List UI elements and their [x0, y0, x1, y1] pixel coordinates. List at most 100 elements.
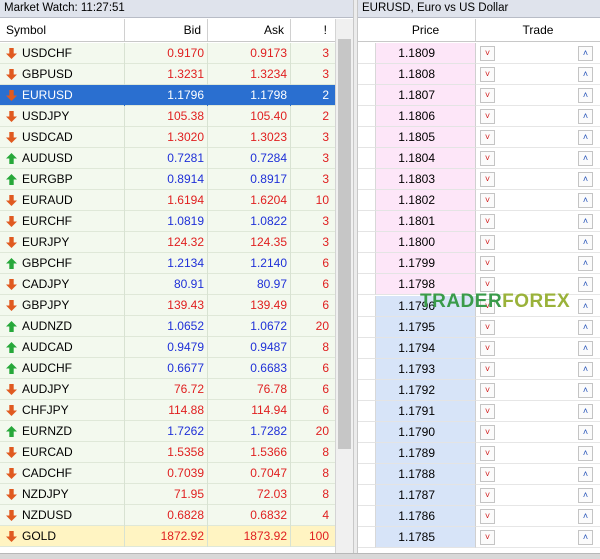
chevron-up-icon[interactable]: ˄ — [578, 193, 593, 208]
bottom-scrollbar[interactable] — [0, 553, 600, 559]
market-watch-row[interactable]: EURGBP 0.8914 0.8917 3 — [0, 169, 335, 190]
chevron-down-icon[interactable]: ˅ — [480, 383, 495, 398]
chevron-down-icon[interactable]: ˅ — [480, 404, 495, 419]
chevron-up-icon[interactable]: ˄ — [578, 130, 593, 145]
market-watch-row[interactable]: CADJPY 80.91 80.97 6 — [0, 274, 335, 295]
arrow-down-icon — [6, 237, 17, 248]
market-watch-row[interactable]: CADCHF 0.7039 0.7047 8 — [0, 463, 335, 484]
arrow-up-icon — [6, 321, 17, 332]
chevron-up-icon[interactable]: ˄ — [578, 362, 593, 377]
market-watch-row[interactable]: NZDUSD 0.6828 0.6832 4 — [0, 505, 335, 526]
bid-cell: 1.1796 — [125, 85, 208, 106]
chevron-down-icon[interactable]: ˅ — [480, 362, 495, 377]
chevron-down-icon[interactable]: ˅ — [480, 172, 495, 187]
market-watch-row[interactable]: GBPCHF 1.2134 1.2140 6 — [0, 253, 335, 274]
chevron-down-icon[interactable]: ˅ — [480, 320, 495, 335]
spread-column-header[interactable]: ! — [291, 19, 335, 41]
arrow-up-icon — [6, 426, 17, 437]
market-watch-scrollbar[interactable] — [335, 19, 353, 553]
chevron-down-icon[interactable]: ˅ — [480, 256, 495, 271]
chevron-up-icon[interactable]: ˄ — [578, 488, 593, 503]
chevron-up-icon[interactable]: ˄ — [578, 256, 593, 271]
chevron-down-icon[interactable]: ˅ — [480, 277, 495, 292]
market-watch-header: Symbol Bid Ask ! — [0, 19, 335, 42]
chevron-up-icon[interactable]: ˄ — [578, 404, 593, 419]
chevron-up-icon[interactable]: ˄ — [578, 214, 593, 229]
spread-cell: 6 — [322, 361, 329, 375]
market-watch-row[interactable]: AUDUSD 0.7281 0.7284 3 — [0, 148, 335, 169]
dom-trade-cell: ˅ ˄ — [476, 506, 600, 527]
bid-column-header[interactable]: Bid — [125, 19, 208, 41]
market-watch-row[interactable]: EURNZD 1.7262 1.7282 20 — [0, 421, 335, 442]
chevron-up-icon[interactable]: ˄ — [578, 172, 593, 187]
chevron-up-icon[interactable]: ˄ — [578, 109, 593, 124]
market-watch-row[interactable]: AUDCAD 0.9479 0.9487 8 — [0, 337, 335, 358]
bid-cell: 1.5358 — [125, 442, 208, 463]
chevron-up-icon[interactable]: ˄ — [578, 446, 593, 461]
market-watch-row[interactable]: USDJPY 105.38 105.40 2 — [0, 106, 335, 127]
chevron-down-icon[interactable]: ˅ — [480, 88, 495, 103]
market-watch-row[interactable]: AUDJPY 76.72 76.78 6 — [0, 379, 335, 400]
market-watch-row[interactable]: EURCHF 1.0819 1.0822 3 — [0, 211, 335, 232]
chevron-up-icon[interactable]: ˄ — [578, 235, 593, 250]
chevron-up-icon[interactable]: ˄ — [578, 320, 593, 335]
bid-cell: 1.3020 — [125, 127, 208, 148]
bid-cell: 105.38 — [125, 106, 208, 127]
chevron-down-icon[interactable]: ˅ — [480, 67, 495, 82]
chevron-up-icon[interactable]: ˄ — [578, 299, 593, 314]
chevron-up-icon[interactable]: ˄ — [578, 425, 593, 440]
scrollbar-thumb[interactable] — [338, 39, 351, 449]
market-watch-row[interactable]: CHFJPY 114.88 114.94 6 — [0, 400, 335, 421]
market-watch-row[interactable]: GBPJPY 139.43 139.49 6 — [0, 295, 335, 316]
chevron-down-icon[interactable]: ˅ — [480, 530, 495, 545]
chevron-down-icon[interactable]: ˅ — [480, 235, 495, 250]
dom-price-cell: 1.1804 — [376, 148, 476, 169]
market-watch-row[interactable]: EURCAD 1.5358 1.5366 8 — [0, 442, 335, 463]
dom-price-cell: 1.1793 — [376, 359, 476, 380]
market-watch-row[interactable]: EURJPY 124.32 124.35 3 — [0, 232, 335, 253]
symbol-cell: GBPJPY — [0, 295, 125, 316]
chevron-down-icon[interactable]: ˅ — [480, 425, 495, 440]
ask-cell: 0.6832 — [208, 505, 291, 526]
chevron-up-icon[interactable]: ˄ — [578, 530, 593, 545]
chevron-down-icon[interactable]: ˅ — [480, 341, 495, 356]
market-watch-row[interactable]: AUDCHF 0.6677 0.6683 6 — [0, 358, 335, 379]
market-watch-row[interactable]: GOLD 1872.92 1873.92 100 — [0, 526, 335, 547]
market-watch-row[interactable]: USDCAD 1.3020 1.3023 3 — [0, 127, 335, 148]
chevron-down-icon[interactable]: ˅ — [480, 488, 495, 503]
arrow-down-icon — [6, 447, 17, 458]
ask-column-header[interactable]: Ask — [208, 19, 291, 41]
market-watch-row[interactable]: GBPUSD 1.3231 1.3234 3 — [0, 64, 335, 85]
chevron-down-icon[interactable]: ˅ — [480, 151, 495, 166]
chevron-up-icon[interactable]: ˄ — [578, 67, 593, 82]
arrow-down-icon — [6, 300, 17, 311]
chevron-up-icon[interactable]: ˄ — [578, 467, 593, 482]
chevron-up-icon[interactable]: ˄ — [578, 509, 593, 524]
dom-trade-cell: ˅ ˄ — [476, 43, 600, 64]
spread-cell: 6 — [322, 382, 329, 396]
chevron-up-icon[interactable]: ˄ — [578, 341, 593, 356]
chevron-down-icon[interactable]: ˅ — [480, 109, 495, 124]
chevron-down-icon[interactable]: ˅ — [480, 130, 495, 145]
chevron-down-icon[interactable]: ˅ — [480, 46, 495, 61]
market-watch-row[interactable]: USDCHF 0.9170 0.9173 3 — [0, 43, 335, 64]
spread-cell: 20 — [315, 319, 329, 333]
chevron-down-icon[interactable]: ˅ — [480, 193, 495, 208]
bid-cell: 0.9479 — [125, 337, 208, 358]
chevron-down-icon[interactable]: ˅ — [480, 214, 495, 229]
chevron-up-icon[interactable]: ˄ — [578, 383, 593, 398]
spread-cell: 3 — [322, 46, 329, 60]
market-watch-row[interactable]: EURUSD 1.1796 1.1798 2 — [0, 85, 335, 106]
spread-cell: 3 — [322, 67, 329, 81]
chevron-up-icon[interactable]: ˄ — [578, 46, 593, 61]
chevron-up-icon[interactable]: ˄ — [578, 88, 593, 103]
chevron-down-icon[interactable]: ˅ — [480, 467, 495, 482]
chevron-up-icon[interactable]: ˄ — [578, 151, 593, 166]
chevron-up-icon[interactable]: ˄ — [578, 277, 593, 292]
market-watch-row[interactable]: AUDNZD 1.0652 1.0672 20 — [0, 316, 335, 337]
chevron-down-icon[interactable]: ˅ — [480, 509, 495, 524]
market-watch-row[interactable]: NZDJPY 71.95 72.03 8 — [0, 484, 335, 505]
symbol-column-header[interactable]: Symbol — [0, 19, 125, 41]
chevron-down-icon[interactable]: ˅ — [480, 446, 495, 461]
market-watch-row[interactable]: EURAUD 1.6194 1.6204 10 — [0, 190, 335, 211]
